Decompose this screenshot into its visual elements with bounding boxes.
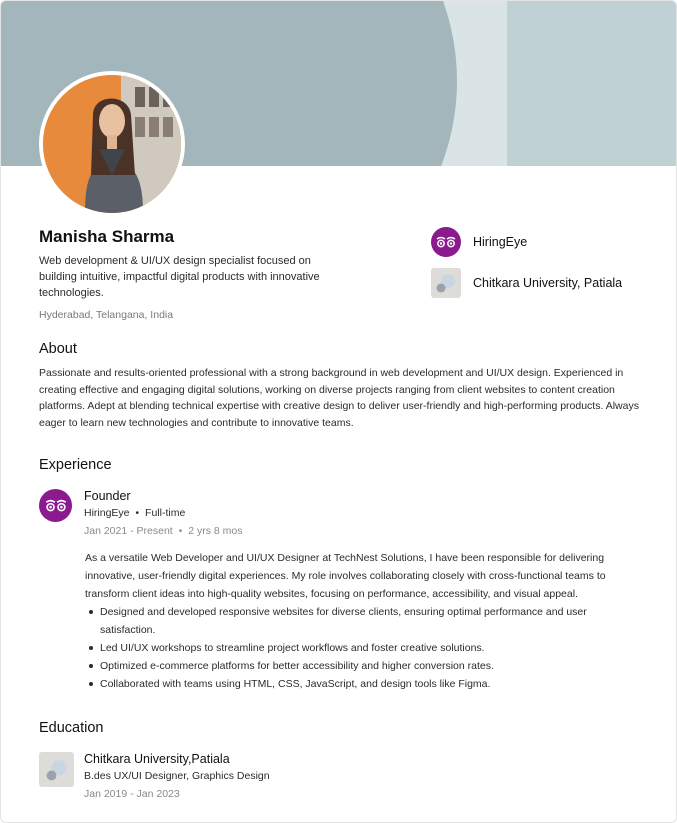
profile-location: Hyderabad, Telangana, India [39,309,174,321]
hiringeye-logo-icon [431,227,461,257]
avatar[interactable] [39,71,185,217]
org-university[interactable]: Chitkara University, Patiala [431,268,622,298]
experience-employment-type: Full-time [145,507,186,519]
experience-duration: 2 yrs 8 mos [188,525,243,537]
about-heading: About [39,341,77,357]
separator-dot: • [135,507,140,519]
experience-company[interactable]: HiringEye [84,507,130,519]
list-item: Collaborated with teams using HTML, CSS,… [85,675,615,693]
experience-dates-line: Jan 2021 - Present • 2 yrs 8 mos [84,525,243,537]
university-logo-icon [431,268,461,298]
profile-name: Manisha Sharma [39,227,175,246]
about-text: Passionate and results-oriented professi… [39,367,639,429]
org-label: Chitkara University, Patiala [473,276,623,290]
education-school[interactable]: Chitkara University,Patiala [84,752,230,766]
education-heading: Education [39,720,104,736]
org-label: HiringEye [473,235,528,249]
profile-card: Manisha Sharma Web development & UI/UX d… [0,0,677,823]
experience-bullets: Designed and developed responsive websit… [85,603,615,693]
list-item: Designed and developed responsive websit… [85,603,615,639]
experience-dates: Jan 2021 - Present [84,525,173,537]
list-item: Optimized e-commerce platforms for bette… [85,657,615,675]
university-logo-icon[interactable] [39,752,74,787]
cover-shape-right [507,1,676,166]
education-dates: Jan 2019 - Jan 2023 [84,788,180,800]
profile-photo [43,75,181,213]
experience-role: Founder [84,489,131,503]
separator-dot: • [178,525,183,537]
hiringeye-logo-icon[interactable] [39,489,72,522]
profile-headline: Web development & UI/UX design specialis… [39,255,320,299]
org-hiringeye[interactable]: HiringEye [431,227,527,257]
list-item: Led UI/UX workshops to streamline projec… [85,639,615,657]
experience-description: As a versatile Web Developer and UI/UX D… [85,552,606,600]
experience-company-line: HiringEye • Full-time [84,507,185,519]
experience-heading: Experience [39,457,112,473]
education-degree: B.des UX/UI Designer, Graphics Design [84,770,270,782]
